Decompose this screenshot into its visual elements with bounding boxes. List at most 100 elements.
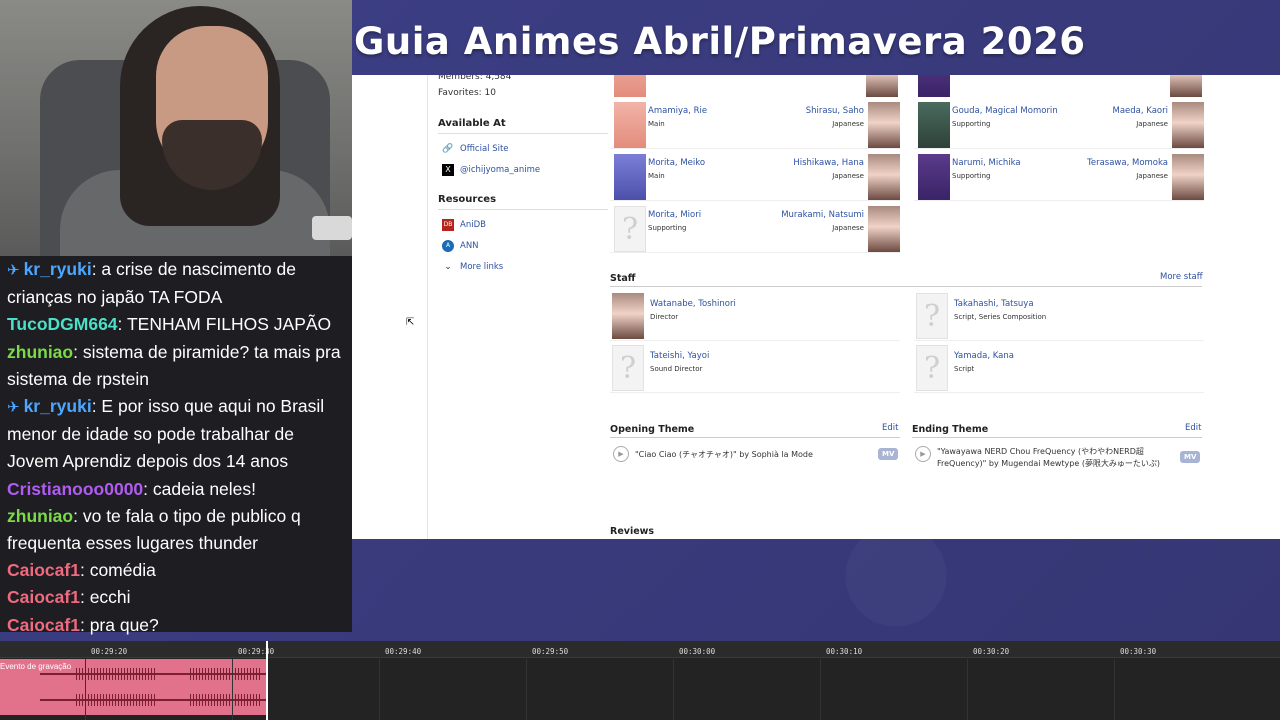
sub-badge-icon: ✈	[7, 399, 20, 417]
voice-actor-name[interactable]: Shirasu, Saho	[806, 106, 864, 116]
video-editor-timeline[interactable]: 00:29:20 00:29:30 00:29:40 00:29:50 00:30:00…	[0, 641, 1280, 720]
character-image[interactable]	[614, 75, 646, 97]
voice-actor-name[interactable]: Hishikawa, Hana	[793, 158, 864, 168]
playhead[interactable]	[266, 641, 268, 720]
character-name[interactable]: Amamiya, Rie	[648, 106, 707, 116]
placeholder-image-icon[interactable]: ?	[916, 293, 948, 339]
voice-actor-language: Japanese	[1136, 120, 1168, 128]
staff-image[interactable]	[612, 293, 644, 339]
voice-actor-name[interactable]: Terasawa, Momoka	[1087, 158, 1168, 168]
more-links-toggle[interactable]: ⌄ More links	[438, 256, 608, 277]
character-name[interactable]: Morita, Meiko	[648, 158, 705, 168]
official-site-link[interactable]: 🔗 Official Site	[438, 138, 608, 159]
staff-entry: ? Takahashi, Tatsuya Script, Series Comp…	[914, 291, 1204, 341]
time-ruler[interactable]: 00:29:20 00:29:30 00:29:40 00:29:50 00:30:00…	[0, 641, 1280, 658]
ending-edit-link[interactable]: Edit	[1185, 423, 1201, 433]
staff-name[interactable]: Tateishi, Yayoi	[650, 351, 709, 361]
chat-username[interactable]: Caiocaf1	[7, 615, 80, 635]
time-tick-label: 00:30:20	[973, 647, 1010, 656]
chat-text: ecchi	[89, 587, 131, 608]
character-name[interactable]: Narumi, Michika	[952, 158, 1021, 168]
voice-actor-image[interactable]	[866, 75, 898, 97]
character-entry: Amamiya, Rie Main Shirasu, Saho Japanese	[610, 99, 900, 149]
opening-mv-button[interactable]: MV	[878, 448, 899, 460]
voice-actor-image[interactable]	[868, 102, 900, 148]
sub-badge-icon: ✈	[7, 262, 20, 279]
more-staff-link[interactable]: More staff	[1160, 272, 1203, 282]
character-image[interactable]	[614, 102, 646, 148]
character-role: Main	[648, 172, 665, 180]
ann-icon: A	[442, 239, 454, 252]
chat-username[interactable]: TucoDGM664	[7, 314, 118, 334]
chat-username[interactable]: Caiocaf1	[7, 587, 80, 607]
character-name[interactable]: Gouda, Magical Momorin	[952, 106, 1058, 116]
mouse-cursor-icon: ⇱	[406, 317, 415, 328]
staff-name[interactable]: Yamada, Kana	[954, 351, 1014, 361]
recording-clip[interactable]: Evento de gravação	[0, 659, 268, 715]
play-icon[interactable]: ▶	[613, 446, 629, 462]
chat-message: ✈ kr_ryuki: E por isso que aqui no Brasil…	[7, 393, 345, 476]
browser-viewport: ⇱ Members: 4,584 Favorites: 10 Available…	[352, 75, 1280, 539]
chat-username[interactable]: Caiocaf1	[7, 560, 80, 580]
character-image[interactable]	[918, 102, 950, 148]
time-tick-label: 00:30:30	[1120, 647, 1157, 656]
opening-edit-link[interactable]: Edit	[882, 423, 898, 433]
x-account-link[interactable]: X @ichijyoma_anime	[438, 159, 608, 180]
time-tick-label: 00:30:00	[679, 647, 716, 656]
chat-username[interactable]: kr_ryuki	[24, 259, 92, 279]
voice-actor-name[interactable]: Murakami, Natsumi	[781, 210, 864, 220]
chat-text: TENHAM FILHOS JAPÃO	[126, 314, 332, 335]
staff-role: Director	[650, 313, 679, 321]
stream-title: Guia Animes Abril/Primavera 2026	[354, 20, 1086, 63]
ending-mv-button[interactable]: MV	[1180, 451, 1201, 463]
chat-message: TucoDGM664: TENHAM FILHOS JAPÃO	[7, 311, 345, 338]
character-name[interactable]: Morita, Miori	[648, 210, 701, 220]
timeline-gridline	[673, 659, 674, 720]
character-image[interactable]	[918, 154, 950, 200]
play-icon[interactable]: ▶	[915, 446, 931, 462]
timeline-gridline	[820, 659, 821, 720]
timeline-gridline	[85, 659, 86, 720]
x-icon: X	[442, 163, 454, 176]
time-tick-label: 00:29:50	[532, 647, 569, 656]
placeholder-image-icon[interactable]: ?	[612, 345, 644, 391]
voice-actor-image[interactable]	[868, 154, 900, 200]
timeline-gridline	[967, 659, 968, 720]
members-count: Members: 4,584	[438, 75, 512, 82]
character-role: Supporting	[648, 224, 687, 232]
chat-username[interactable]: kr_ryuki	[24, 396, 92, 416]
reviews-heading: Reviews	[610, 526, 655, 537]
character-image[interactable]	[918, 75, 950, 97]
chat-username[interactable]: zhuniao	[7, 506, 73, 526]
chat-message: Cristianooo0000: cadeia neles!	[7, 476, 345, 503]
voice-actor-image[interactable]	[868, 206, 900, 252]
chat-username[interactable]: zhuniao	[7, 342, 73, 362]
resources-heading: Resources	[438, 194, 608, 210]
anidb-link[interactable]: DB AniDB	[438, 214, 608, 235]
opening-song[interactable]: ▶ "Ciao Ciao (チャオチャオ)" by Sophià la Mode	[613, 446, 873, 462]
anidb-icon: DB	[442, 218, 454, 231]
ending-theme-heading: Ending Theme	[912, 424, 989, 435]
audio-waveform	[76, 668, 156, 680]
placeholder-image-icon[interactable]: ?	[614, 206, 646, 252]
character-role: Supporting	[952, 172, 991, 180]
ending-song[interactable]: ▶ "Yawayawa NERD Chou FreQuency (やわやわNER…	[915, 446, 1175, 470]
divider	[610, 286, 1202, 287]
character-image[interactable]	[614, 154, 646, 200]
voice-actor-image[interactable]	[1172, 102, 1204, 148]
chat-message: Caiocaf1: ecchi	[7, 584, 345, 611]
staff-name[interactable]: Takahashi, Tatsuya	[954, 299, 1034, 309]
chat-panel: ✈ kr_ryuki: a crise de nascimento de cria…	[0, 256, 352, 635]
timeline-gridline	[1114, 659, 1115, 720]
staff-name[interactable]: Watanabe, Toshinori	[650, 299, 736, 309]
ann-link[interactable]: A ANN	[438, 235, 608, 256]
chat-separator: :	[143, 478, 153, 499]
voice-actor-language: Japanese	[832, 120, 864, 128]
staff-heading: Staff	[610, 273, 636, 284]
voice-actor-name[interactable]: Maeda, Kaori	[1113, 106, 1168, 116]
placeholder-image-icon[interactable]: ?	[916, 345, 948, 391]
chat-username[interactable]: Cristianooo0000	[7, 479, 143, 499]
chat-message: Caiocaf1: pra que?	[7, 612, 345, 639]
voice-actor-image[interactable]	[1172, 154, 1204, 200]
voice-actor-image[interactable]	[1170, 75, 1202, 97]
